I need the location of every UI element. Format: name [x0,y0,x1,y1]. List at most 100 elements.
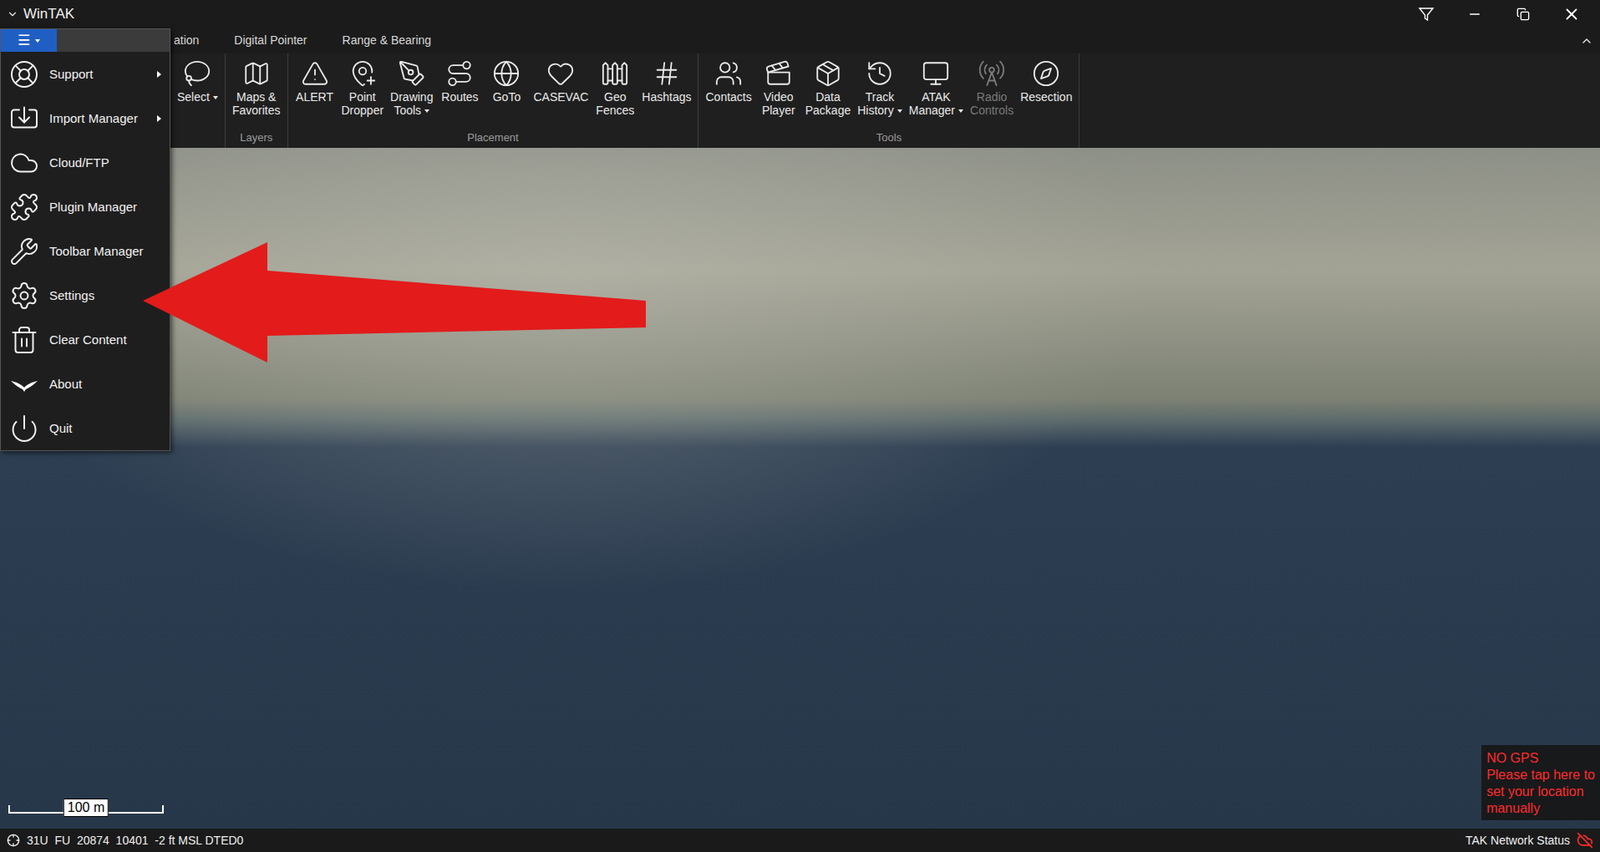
minimize-icon [1467,6,1483,22]
manager-icon [921,59,950,88]
ribbon-button-label: GoTo [492,90,521,104]
cloud-off-icon [1576,832,1594,849]
ribbon-button-label: CASEVAC [533,90,589,104]
wintak-window: WinTAK ation Digital Pointer Range & Bearin… [0,0,1600,852]
dropdown-caret [213,96,219,100]
close-icon [1562,5,1581,24]
puzzle-icon [9,192,40,223]
submenu-arrow [157,71,162,78]
alert-icon [300,59,330,88]
menu-item[interactable]: Plugin Manager [0,184,170,229]
menu-item[interactable]: Clear Content [0,317,170,362]
ribbon-button[interactable]: Contacts [701,53,755,104]
ribbon-button-label: GeoFences [595,90,635,117]
radio-tower-icon [977,59,1006,88]
ribbon-button[interactable]: ALERT [291,53,339,104]
ribbon-button[interactable]: CASEVAC [529,53,592,104]
ribbon-button[interactable]: Resection [1016,53,1076,104]
ribbon-button-label: Hashtags [641,90,691,104]
restore-icon [1516,7,1530,21]
wrench-icon [9,236,40,267]
ribbon-tab[interactable]: ation [173,30,199,52]
filter-button[interactable] [1404,0,1448,29]
submenu-arrow [157,115,162,122]
ribbon-button-label: DataPackage [805,90,851,117]
group-label: Tools [701,131,1076,148]
ribbon-button-label: Select [177,90,219,104]
ribbon-tab[interactable]: Range & Bearing [342,30,432,52]
dropdown-caret [897,109,903,113]
no-gps-notice[interactable]: NO GPSPlease tap here toset your locatio… [1481,745,1600,821]
trash-icon [9,325,40,356]
users-icon [714,59,743,88]
ribbon-button[interactable]: TrackHistory [853,53,906,117]
crosshair-icon[interactable] [6,833,21,848]
ribbon-tabs: ation Digital Pointer Range & Bearing [0,28,1600,54]
ribbon-button[interactable]: Maps &Favorites [228,53,285,117]
route-icon [445,59,474,88]
restore-button[interactable] [1501,0,1545,29]
ribbon-button[interactable]: VideoPlayer [755,53,803,117]
map-icon [242,59,271,88]
cloud-icon [9,147,40,178]
ribbon-button-label: ATAKManager [909,90,964,117]
ribbon-button-label: RadioControls [970,90,1014,117]
menu-item[interactable]: Toolbar Manager [0,228,170,274]
minimize-button[interactable] [1452,0,1497,29]
ribbon-button[interactable]: PointDropper [338,53,388,117]
ribbon-group: Select [170,53,226,148]
gear-icon [9,280,40,311]
main-menu: ☰SupportImport ManagerCloud/FTPPlugin Ma… [0,28,171,452]
ribbon-button-label: Maps &Favorites [232,90,281,117]
ribbon-button-label: ALERT [295,90,334,104]
network-status[interactable]: TAK Network Status [1465,832,1594,849]
menu-item[interactable]: Import Manager [0,96,170,141]
menu-button[interactable]: ☰ [0,29,57,52]
close-button[interactable] [1549,0,1594,29]
ribbon-group: Maps &Favorites Layers [225,53,289,148]
fence-icon [600,59,630,88]
ribbon-button[interactable]: DataPackage [802,53,854,117]
pin-icon [348,59,377,88]
window-title: WinTAK [23,5,75,23]
globe-icon [492,59,521,88]
system-menu-icon[interactable] [6,8,19,21]
scale-bar: 100 m [8,798,164,818]
ribbon-button-label: Resection [1020,90,1072,104]
menu-item[interactable]: Support [0,51,170,97]
ribbon-button[interactable]: GeoFences [591,53,639,117]
ribbon-tab[interactable]: Digital Pointer [233,30,307,52]
ribbon-group: ContactsVideoPlayer DataPackageTrackHisto… [698,53,1080,148]
map-view[interactable]: 100 m NO GPSPlease tap here toset your lo… [0,147,1600,829]
filter-icon [1417,5,1435,23]
menu-item[interactable]: Cloud/FTP [0,140,170,185]
video-icon [764,59,793,88]
package-icon [813,59,843,88]
menu-item[interactable]: About [0,361,170,407]
ribbon-button-label: TrackHistory [857,90,903,117]
scale-label: 100 m [63,798,109,818]
menu-item[interactable]: Settings [0,273,170,318]
power-icon [9,413,40,444]
ribbon-button-label: VideoPlayer [761,90,796,117]
menu-item[interactable]: Quit [0,406,170,451]
ribbon-button[interactable]: Routes [436,53,483,104]
ribbon-button-label: PointDropper [341,90,385,117]
lasso-icon [182,59,212,88]
group-label: Layers [228,131,285,148]
ribbon-button[interactable]: Select [173,53,222,104]
pen-icon [397,59,427,88]
import-icon [9,103,40,134]
collapse-ribbon-icon[interactable] [1579,34,1594,48]
coordinates: 31U FU 20874 10401 -2 ft MSL DTED0 [26,833,244,848]
ribbon-button[interactable]: DrawingTools [386,53,437,117]
ribbon-group: ALERT PointDropperDrawingToolsRoutes GoTo C… [288,53,700,148]
status-bar: 31U FU 20874 10401 -2 ft MSL DTED0 TAK Ne… [0,828,1600,852]
ribbon-button[interactable]: ATAKManager [905,53,967,117]
ribbon: Select Maps &Favorites Layers ALERT PointDro… [0,53,1600,148]
title-bar: WinTAK [0,0,1600,29]
dropdown-caret [958,109,964,113]
ribbon-button[interactable]: Hashtags [638,53,695,104]
ribbon-button[interactable]: GoTo [482,53,530,104]
dropdown-caret [424,109,430,113]
